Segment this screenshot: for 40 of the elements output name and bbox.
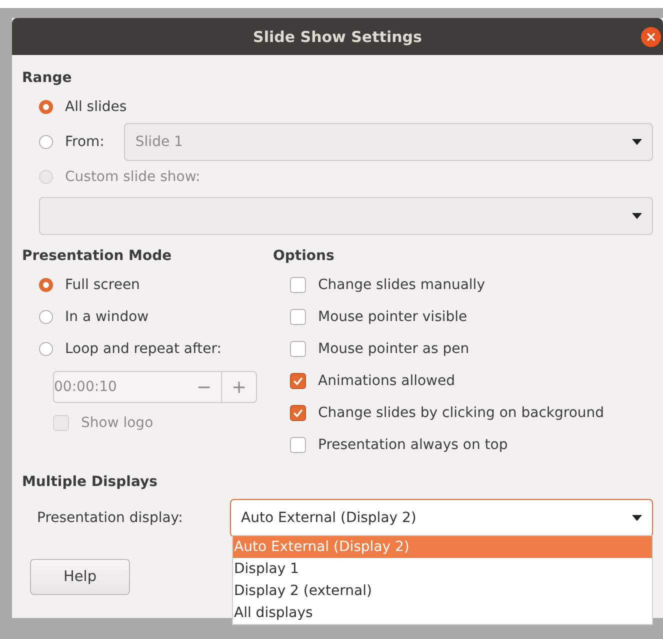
menu-item[interactable]: All displays bbox=[233, 602, 652, 624]
caret-icon bbox=[632, 139, 642, 145]
section-heading: Presentation Mode bbox=[22, 247, 173, 266]
display-dropdown[interactable]: Auto External (Display 2) bbox=[230, 499, 653, 537]
menu-item[interactable]: Display 1 bbox=[233, 558, 652, 580]
checkbox-label: Change slides manually bbox=[318, 277, 485, 293]
checkbox-label: Change slides by clicking on background bbox=[318, 405, 604, 421]
checkbox[interactable] bbox=[290, 277, 306, 293]
window-title: Slide Show Settings bbox=[253, 28, 422, 46]
checkbox[interactable] bbox=[290, 437, 306, 453]
radio-label: All slides bbox=[65, 99, 127, 115]
checkbox[interactable] bbox=[290, 341, 306, 357]
checkbox[interactable] bbox=[290, 309, 306, 325]
section-heading: Range bbox=[22, 69, 73, 88]
radio-label: Custom slide show: bbox=[65, 169, 200, 185]
section-heading: Options bbox=[273, 247, 336, 266]
caret-icon bbox=[632, 213, 642, 219]
radio-label: Loop and repeat after: bbox=[65, 341, 222, 357]
checkbox-label: Show logo bbox=[81, 415, 154, 431]
help-button[interactable]: Help bbox=[30, 559, 130, 595]
radio-label: From: bbox=[65, 134, 104, 150]
section-heading: Multiple Displays bbox=[22, 473, 158, 492]
radio-button[interactable] bbox=[39, 135, 53, 149]
radio-button[interactable] bbox=[39, 278, 53, 292]
menu-item[interactable]: Display 2 (external) bbox=[233, 580, 652, 602]
caret-icon bbox=[632, 515, 642, 521]
radio-label: Full screen bbox=[65, 277, 140, 293]
display-label: Presentation display: bbox=[37, 510, 184, 526]
radio-button[interactable] bbox=[39, 100, 53, 114]
checkbox-label: Animations allowed bbox=[318, 373, 455, 389]
radio-button[interactable] bbox=[39, 310, 53, 324]
checkbox[interactable] bbox=[290, 373, 306, 389]
checkbox-label: Mouse pointer as pen bbox=[318, 341, 470, 357]
radio-label: In a window bbox=[65, 309, 149, 325]
checkbox-label: Mouse pointer visible bbox=[318, 309, 468, 325]
close-icon[interactable] bbox=[641, 27, 661, 47]
checkbox-label: Presentation always on top bbox=[318, 437, 508, 453]
checkbox[interactable] bbox=[290, 405, 306, 421]
radio-button[interactable] bbox=[39, 342, 53, 356]
custom-show-dropdown[interactable] bbox=[39, 197, 653, 235]
